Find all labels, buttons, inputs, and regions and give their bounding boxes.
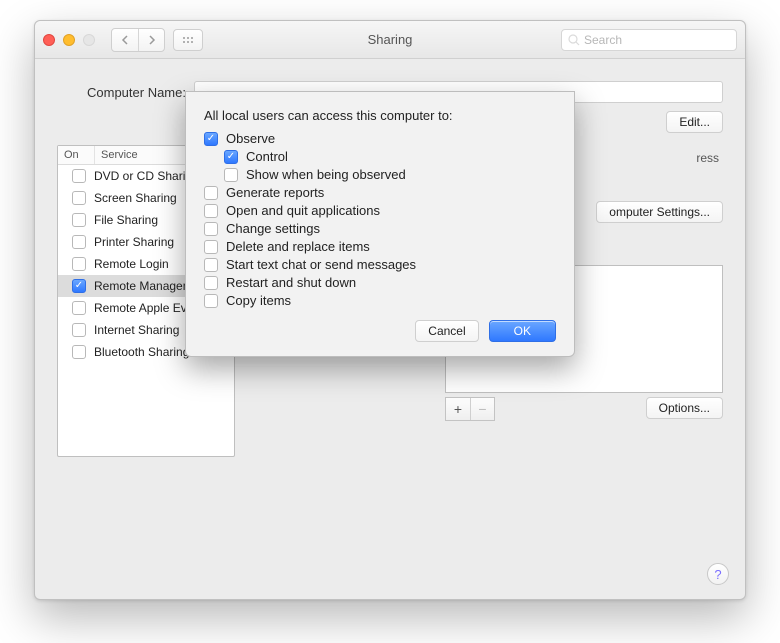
- permission-checkbox[interactable]: [204, 258, 218, 272]
- zoom-window-button[interactable]: [83, 34, 95, 46]
- service-checkbox[interactable]: [72, 279, 86, 293]
- permission-option[interactable]: Copy items: [204, 293, 556, 308]
- service-checkbox[interactable]: [72, 323, 86, 337]
- computer-name-label: Computer Name:: [87, 85, 186, 100]
- show-all-button[interactable]: [173, 29, 203, 51]
- permission-checkbox[interactable]: [204, 276, 218, 290]
- service-checkbox[interactable]: [72, 213, 86, 227]
- permission-option[interactable]: Observe: [204, 131, 556, 146]
- permission-option[interactable]: Show when being observed: [204, 167, 556, 182]
- chevron-left-icon: [121, 35, 129, 45]
- permission-option[interactable]: Generate reports: [204, 185, 556, 200]
- minimize-window-button[interactable]: [63, 34, 75, 46]
- add-remove-users: + −: [445, 397, 495, 421]
- permission-checkbox[interactable]: [204, 294, 218, 308]
- dialog-heading: All local users can access this computer…: [204, 108, 556, 123]
- permission-label: Open and quit applications: [226, 203, 380, 218]
- service-checkbox[interactable]: [72, 257, 86, 271]
- permission-checkbox[interactable]: [204, 204, 218, 218]
- permission-label: Delete and replace items: [226, 239, 370, 254]
- permission-label: Start text chat or send messages: [226, 257, 416, 272]
- permission-option[interactable]: Change settings: [204, 221, 556, 236]
- chevron-right-icon: [148, 35, 156, 45]
- service-checkbox[interactable]: [72, 345, 86, 359]
- permission-checkbox[interactable]: [224, 168, 238, 182]
- permission-checkbox[interactable]: [204, 132, 218, 146]
- dialog-buttons: Cancel OK: [204, 320, 556, 342]
- permission-checkbox[interactable]: [204, 222, 218, 236]
- permission-checkbox[interactable]: [224, 150, 238, 164]
- permission-label: Control: [246, 149, 288, 164]
- add-user-button[interactable]: +: [446, 398, 470, 420]
- options-button[interactable]: Options...: [646, 397, 723, 419]
- content-area: Computer Name: Edit... On Service DVD or…: [35, 59, 745, 599]
- permissions-dialog: All local users can access this computer…: [185, 91, 575, 357]
- traffic-lights: [43, 34, 95, 46]
- service-checkbox[interactable]: [72, 301, 86, 315]
- service-checkbox[interactable]: [72, 169, 86, 183]
- permission-label: Show when being observed: [246, 167, 406, 182]
- help-button[interactable]: ?: [707, 563, 729, 585]
- grid-icon: [182, 36, 194, 44]
- dialog-options: Observe Control Show when being observed Ge…: [204, 131, 556, 308]
- titlebar: Sharing Search: [35, 21, 745, 59]
- ok-button[interactable]: OK: [489, 320, 556, 342]
- permission-checkbox[interactable]: [204, 240, 218, 254]
- permission-option[interactable]: Control: [204, 149, 556, 164]
- service-checkbox[interactable]: [72, 191, 86, 205]
- service-checkbox[interactable]: [72, 235, 86, 249]
- cancel-button[interactable]: Cancel: [415, 320, 478, 342]
- search-icon: [568, 34, 580, 46]
- permission-checkbox[interactable]: [204, 186, 218, 200]
- remove-user-button[interactable]: −: [470, 398, 494, 420]
- permission-label: Restart and shut down: [226, 275, 356, 290]
- search-input[interactable]: Search: [561, 29, 737, 51]
- forward-button[interactable]: [138, 29, 164, 51]
- nav-back-forward: [111, 28, 165, 52]
- permission-option[interactable]: Start text chat or send messages: [204, 257, 556, 272]
- close-window-button[interactable]: [43, 34, 55, 46]
- col-on: On: [58, 146, 94, 164]
- permission-option[interactable]: Restart and shut down: [204, 275, 556, 290]
- search-placeholder: Search: [584, 33, 622, 47]
- edit-button[interactable]: Edit...: [666, 111, 723, 133]
- permission-label: Observe: [226, 131, 275, 146]
- permission-option[interactable]: Delete and replace items: [204, 239, 556, 254]
- permission-label: Copy items: [226, 293, 291, 308]
- computer-settings-button[interactable]: omputer Settings...: [596, 201, 723, 223]
- permission-label: Change settings: [226, 221, 320, 236]
- permission-label: Generate reports: [226, 185, 324, 200]
- back-button[interactable]: [112, 29, 138, 51]
- permission-option[interactable]: Open and quit applications: [204, 203, 556, 218]
- preferences-window: Sharing Search Computer Name: Edit... On…: [34, 20, 746, 600]
